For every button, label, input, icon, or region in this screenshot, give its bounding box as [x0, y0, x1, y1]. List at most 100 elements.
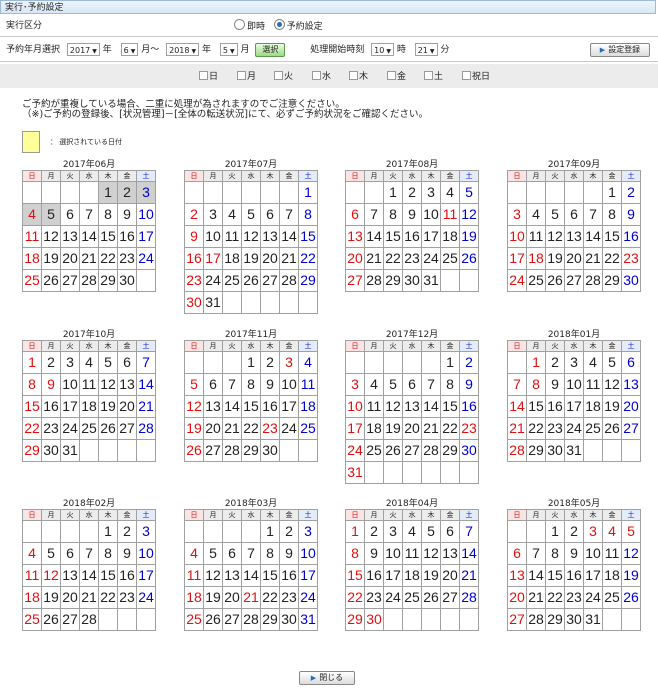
- calendar-day[interactable]: 8: [22, 373, 42, 396]
- calendar-day[interactable]: 24: [203, 269, 223, 292]
- calendar-day[interactable]: 21: [583, 247, 603, 270]
- checkbox-icon[interactable]: [274, 71, 283, 80]
- calendar-day[interactable]: 20: [507, 586, 527, 609]
- calendar-day[interactable]: 9: [564, 542, 584, 565]
- calendar-day[interactable]: 25: [602, 586, 622, 609]
- calendar-day[interactable]: 29: [545, 608, 565, 631]
- calendar-day[interactable]: 13: [621, 373, 641, 396]
- calendar-day[interactable]: 1: [98, 520, 118, 543]
- calendar-day[interactable]: 5: [545, 203, 565, 226]
- calendar-day[interactable]: 10: [421, 203, 441, 226]
- calendar-day[interactable]: 31: [421, 269, 441, 292]
- calendar-day[interactable]: 5: [41, 203, 61, 226]
- calendar-day[interactable]: 20: [402, 417, 422, 440]
- calendar-day[interactable]: 6: [60, 542, 80, 565]
- calendar-day[interactable]: 17: [583, 564, 603, 587]
- calendar-day[interactable]: 30: [459, 439, 479, 462]
- calendar-day[interactable]: 12: [241, 225, 261, 248]
- calendar-day[interactable]: 31: [298, 608, 318, 631]
- calendar-day[interactable]: 24: [421, 247, 441, 270]
- weekday-checkbox-4[interactable]: 木: [349, 71, 368, 82]
- calendar-day[interactable]: 29: [298, 269, 318, 292]
- weekday-checkbox-1[interactable]: 月: [237, 71, 256, 82]
- calendar-day[interactable]: 13: [507, 564, 527, 587]
- calendar-day[interactable]: 17: [383, 564, 403, 587]
- calendar-day[interactable]: 15: [98, 564, 118, 587]
- calendar-day[interactable]: 24: [507, 269, 527, 292]
- calendar-day[interactable]: 19: [184, 417, 204, 440]
- calendar-day[interactable]: 27: [203, 439, 223, 462]
- calendar-day[interactable]: 26: [545, 269, 565, 292]
- calendar-day[interactable]: 18: [583, 395, 603, 418]
- calendar-day[interactable]: 31: [345, 461, 365, 484]
- calendar-day[interactable]: 25: [298, 417, 318, 440]
- calendar-day[interactable]: 8: [98, 542, 118, 565]
- calendar-day[interactable]: 6: [440, 520, 460, 543]
- calendar-day[interactable]: 30: [260, 439, 280, 462]
- calendar-day[interactable]: 7: [136, 351, 156, 374]
- calendar-day[interactable]: 7: [79, 542, 99, 565]
- calendar-day[interactable]: 28: [526, 608, 546, 631]
- calendar-day[interactable]: 11: [79, 373, 99, 396]
- calendar-day[interactable]: 12: [184, 395, 204, 418]
- calendar-day[interactable]: 20: [117, 395, 137, 418]
- calendar-day[interactable]: 11: [583, 373, 603, 396]
- calendar-day[interactable]: 22: [22, 417, 42, 440]
- radio-scheduled-icon[interactable]: [273, 19, 285, 30]
- calendar-day[interactable]: 5: [203, 542, 223, 565]
- calendar-day[interactable]: 3: [507, 203, 527, 226]
- calendar-day[interactable]: 17: [345, 417, 365, 440]
- calendar-day[interactable]: 22: [345, 586, 365, 609]
- calendar-day[interactable]: 10: [564, 373, 584, 396]
- calendar-day[interactable]: 12: [383, 395, 403, 418]
- calendar-day[interactable]: 2: [402, 181, 422, 204]
- calendar-day[interactable]: 9: [545, 373, 565, 396]
- weekday-checkbox-2[interactable]: 火: [274, 71, 293, 82]
- calendar-day[interactable]: 14: [241, 564, 261, 587]
- calendar-day[interactable]: 24: [298, 586, 318, 609]
- calendar-day[interactable]: 13: [60, 564, 80, 587]
- calendar-day[interactable]: 19: [241, 247, 261, 270]
- calendar-day[interactable]: 23: [260, 417, 280, 440]
- calendar-day[interactable]: 26: [41, 269, 61, 292]
- calendar-day[interactable]: 11: [364, 395, 384, 418]
- calendar-day[interactable]: 7: [421, 373, 441, 396]
- calendar-day[interactable]: 30: [621, 269, 641, 292]
- calendar-day[interactable]: 9: [402, 203, 422, 226]
- calendar-day[interactable]: 11: [602, 542, 622, 565]
- calendar-day[interactable]: 7: [79, 203, 99, 226]
- calendar-day[interactable]: 6: [621, 351, 641, 374]
- calendar-day[interactable]: 11: [184, 564, 204, 587]
- calendar-day[interactable]: 16: [184, 247, 204, 270]
- calendar-day[interactable]: 9: [117, 542, 137, 565]
- calendar-day[interactable]: 7: [526, 542, 546, 565]
- calendar-day[interactable]: 4: [222, 203, 242, 226]
- close-button[interactable]: ▶ 閉じる: [299, 671, 355, 685]
- calendar-day[interactable]: 25: [22, 269, 42, 292]
- calendar-day[interactable]: 1: [545, 520, 565, 543]
- calendar-day[interactable]: 14: [136, 373, 156, 396]
- calendar-day[interactable]: 17: [136, 225, 156, 248]
- calendar-day[interactable]: 2: [279, 520, 299, 543]
- calendar-day[interactable]: 18: [22, 586, 42, 609]
- calendar-day[interactable]: 14: [222, 395, 242, 418]
- calendar-day[interactable]: 1: [526, 351, 546, 374]
- calendar-day[interactable]: 30: [564, 608, 584, 631]
- calendar-day[interactable]: 4: [22, 203, 42, 226]
- calendar-day[interactable]: 8: [440, 373, 460, 396]
- calendar-day[interactable]: 4: [364, 373, 384, 396]
- calendar-day[interactable]: 9: [459, 373, 479, 396]
- calendar-day[interactable]: 1: [298, 181, 318, 204]
- calendar-day[interactable]: 19: [545, 247, 565, 270]
- calendar-day[interactable]: 28: [507, 439, 527, 462]
- calendar-day[interactable]: 15: [440, 395, 460, 418]
- checkbox-icon[interactable]: [349, 71, 358, 80]
- calendar-day[interactable]: 3: [60, 351, 80, 374]
- calendar-day[interactable]: 14: [421, 395, 441, 418]
- calendar-day[interactable]: 21: [241, 586, 261, 609]
- calendar-day[interactable]: 11: [402, 542, 422, 565]
- calendar-day[interactable]: 14: [79, 225, 99, 248]
- calendar-day[interactable]: 31: [60, 439, 80, 462]
- calendar-day[interactable]: 1: [345, 520, 365, 543]
- calendar-day[interactable]: 11: [222, 225, 242, 248]
